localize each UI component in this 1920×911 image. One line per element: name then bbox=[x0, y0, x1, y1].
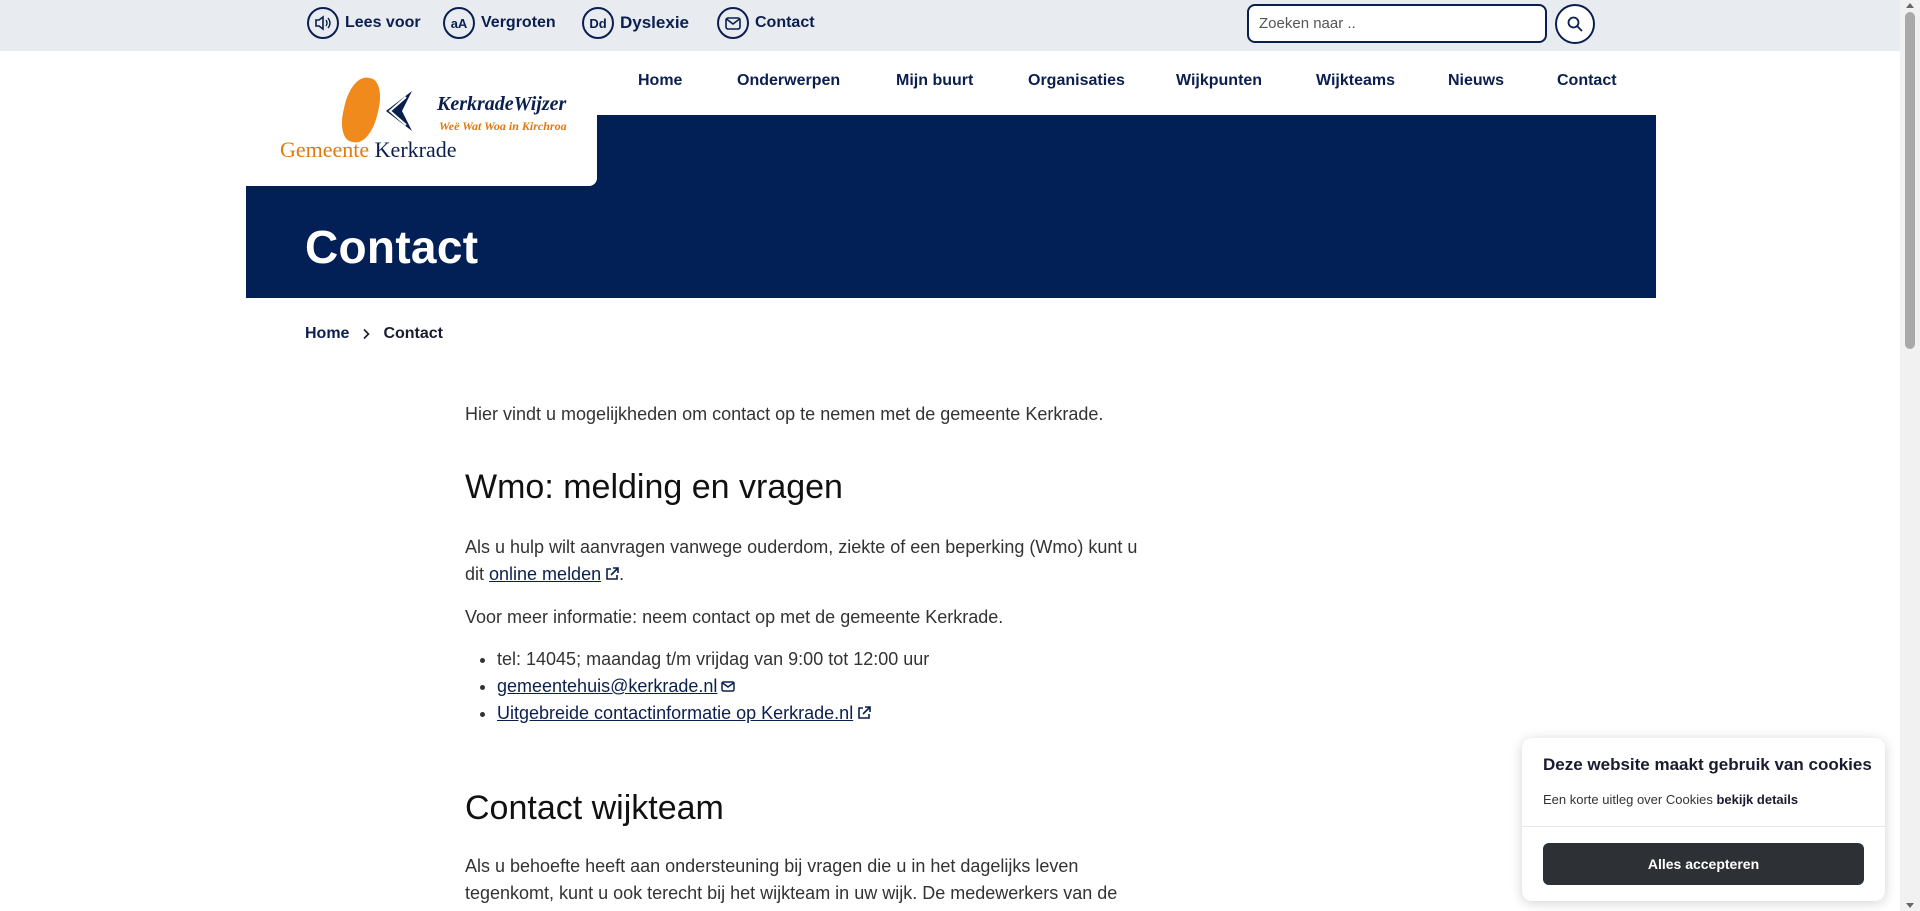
nav-item-wijkpunten[interactable]: Wijkpunten bbox=[1176, 72, 1262, 90]
nav-item-onderwerpen[interactable]: Onderwerpen bbox=[737, 72, 840, 90]
external-link-icon bbox=[858, 706, 872, 719]
dyslexia-label: Dyslexie bbox=[620, 13, 689, 32]
search-input[interactable] bbox=[1247, 4, 1547, 43]
divider bbox=[1522, 826, 1885, 827]
chevron-right-icon bbox=[363, 328, 371, 340]
external-link-icon bbox=[606, 567, 619, 580]
online-melden-link[interactable]: online melden bbox=[489, 564, 601, 584]
main-nav: Home Onderwerpen Mijn buurt Organisaties… bbox=[600, 51, 1617, 115]
search-icon bbox=[1567, 16, 1583, 32]
utility-bar: Lees voor aA Vergroten Dd Dyslexie Conta… bbox=[0, 0, 1900, 51]
read-aloud-button[interactable]: Lees voor bbox=[307, 7, 421, 39]
read-aloud-label: Lees voor bbox=[345, 14, 421, 31]
breadcrumb-home[interactable]: Home bbox=[305, 325, 349, 343]
text-size-icon: aA bbox=[443, 7, 475, 39]
logo-tagline: Weë Wat Woa in Kirchroa bbox=[439, 119, 567, 133]
wmo-paragraph: Als u hulp wilt aanvragen vanwege ouderd… bbox=[465, 537, 1138, 584]
page-scrollbar[interactable] bbox=[1900, 0, 1920, 911]
logo-chevron-icon bbox=[386, 91, 412, 131]
section-heading-wmo: Wmo: melding en vragen bbox=[465, 468, 843, 506]
scroll-down-icon[interactable] bbox=[1906, 903, 1914, 908]
nav-item-nieuws[interactable]: Nieuws bbox=[1448, 72, 1504, 90]
logo-name: KerkradeWijzer bbox=[437, 93, 567, 115]
mail-icon bbox=[721, 681, 736, 692]
accept-all-button[interactable]: Alles accepteren bbox=[1543, 843, 1864, 885]
cookie-text: Een korte uitleg over Cookies bekijk det… bbox=[1543, 792, 1799, 807]
dyslexia-icon: Dd bbox=[582, 7, 614, 39]
list-item-email: gemeentehuis@kerkrade.nl bbox=[497, 673, 1145, 700]
contact-info-link[interactable]: Uitgebreide contactinformatie op Kerkrad… bbox=[497, 703, 853, 723]
speaker-icon bbox=[307, 7, 339, 39]
contact-util-label: Contact bbox=[755, 14, 815, 31]
scroll-up-icon[interactable] bbox=[1906, 3, 1914, 8]
cookie-banner: Deze website maakt gebruik van cookies E… bbox=[1522, 738, 1885, 901]
list-item-more: Uitgebreide contactinformatie op Kerkrad… bbox=[497, 700, 1145, 727]
page-title: Contact bbox=[305, 221, 479, 273]
mail-icon bbox=[717, 7, 749, 39]
nav-item-contact[interactable]: Contact bbox=[1557, 72, 1617, 90]
nav-item-wijkteams[interactable]: Wijkteams bbox=[1316, 72, 1395, 90]
cookie-details-link[interactable]: bekijk details bbox=[1716, 792, 1798, 807]
contact-util-button[interactable]: Contact bbox=[717, 7, 815, 39]
section-heading-wijkteam: Contact wijkteam bbox=[465, 789, 724, 827]
nav-item-mijn-buurt[interactable]: Mijn buurt bbox=[896, 72, 973, 90]
breadcrumb-current: Contact bbox=[383, 325, 444, 342]
main-content: Hier vindt u mogelijkheden om contact op… bbox=[465, 401, 1145, 911]
scrollbar-thumb[interactable] bbox=[1905, 12, 1915, 349]
dyslexia-button[interactable]: Dd Dyslexie bbox=[582, 7, 689, 39]
cookie-title: Deze website maakt gebruik van cookies bbox=[1543, 755, 1872, 774]
logo-municipality: Gemeente Kerkrade bbox=[280, 137, 457, 162]
breadcrumb: Home Contact bbox=[305, 325, 443, 343]
enlarge-button[interactable]: aA Vergroten bbox=[443, 7, 556, 39]
email-link[interactable]: gemeentehuis@kerkrade.nl bbox=[497, 676, 717, 696]
nav-item-home[interactable]: Home bbox=[638, 72, 682, 90]
wijkteam-paragraph: Als u behoefte heeft aan ondersteuning b… bbox=[465, 856, 1118, 903]
more-info-text: Voor meer informatie: neem contact op me… bbox=[465, 607, 1004, 627]
intro-text: Hier vindt u mogelijkheden om contact op… bbox=[465, 404, 1104, 424]
list-item-phone: tel: 14045; maandag t/m vrijdag van 9:00… bbox=[497, 646, 1145, 673]
nav-item-organisaties[interactable]: Organisaties bbox=[1028, 72, 1125, 90]
contact-list: tel: 14045; maandag t/m vrijdag van 9:00… bbox=[497, 646, 1145, 727]
enlarge-label: Vergroten bbox=[481, 14, 556, 31]
site-logo[interactable]: KerkradeWijzer Weë Wat Woa in Kirchroa G… bbox=[246, 51, 597, 186]
search-button[interactable] bbox=[1555, 4, 1595, 44]
